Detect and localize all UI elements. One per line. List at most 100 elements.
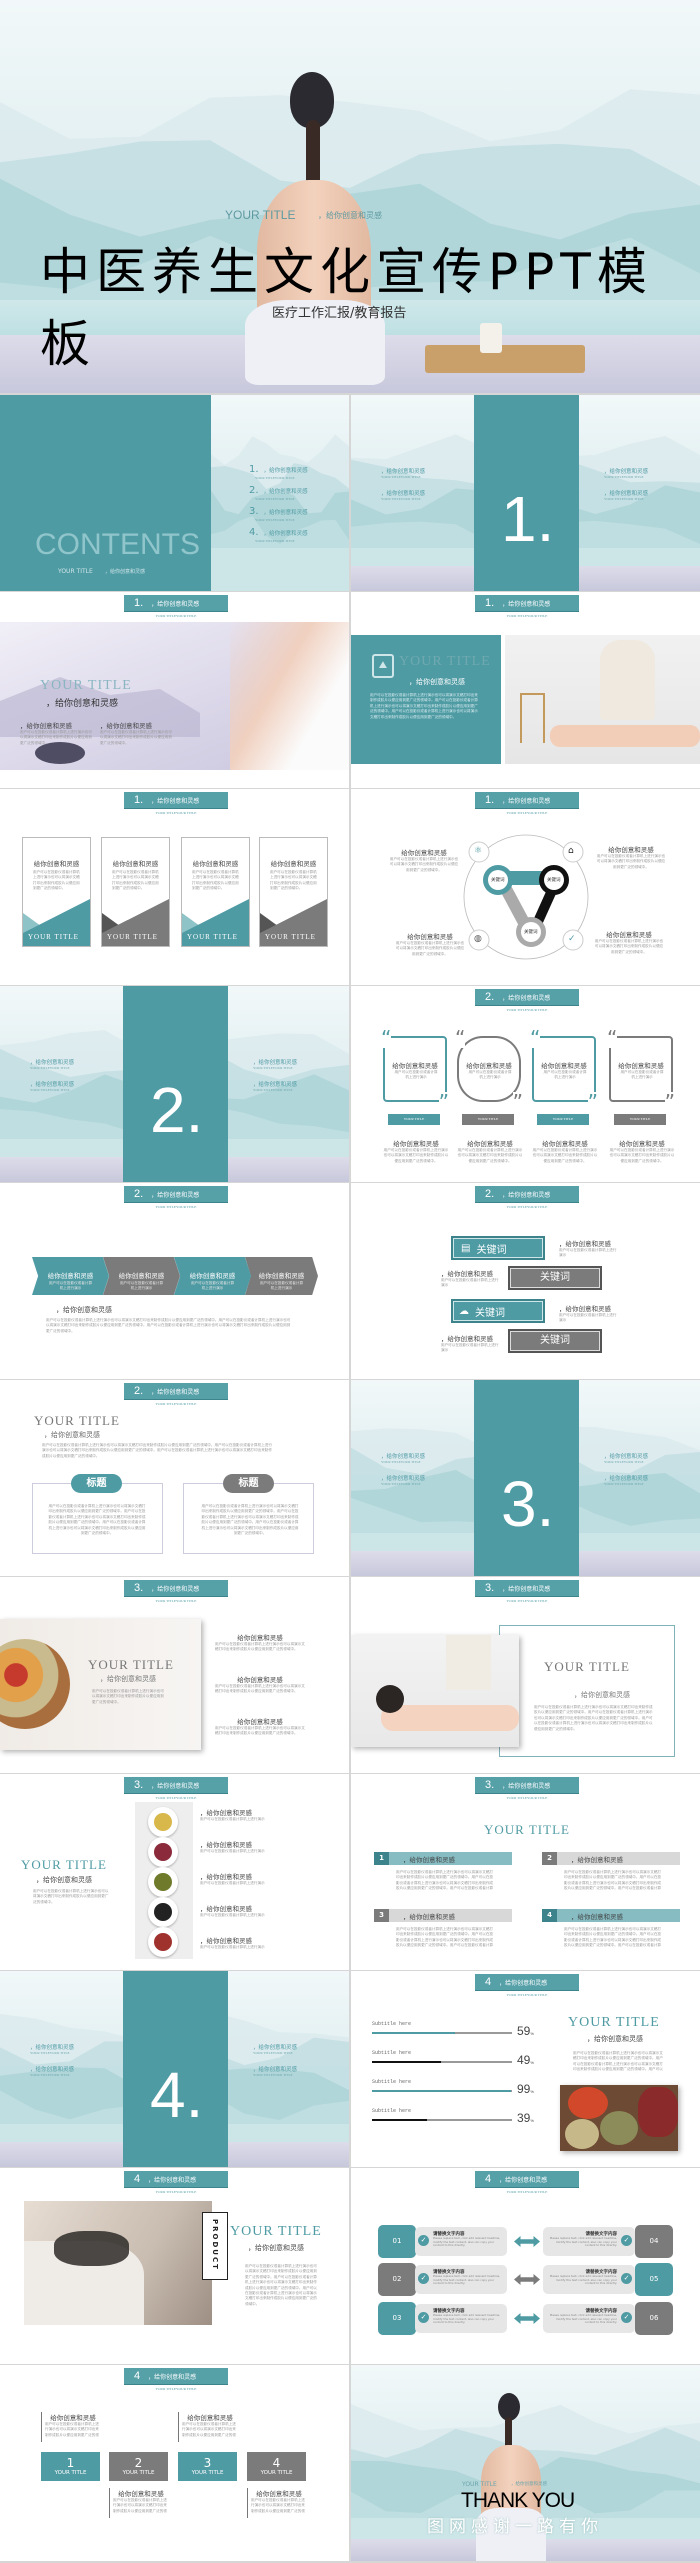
quote-label[interactable]: YOUR TITLE xyxy=(614,1114,666,1125)
bean-text-item: ，给你创意和灵感 用户可以在投影仪或者计算机上进行演示 xyxy=(200,1906,265,1917)
points-your-title: YOUR TITLE xyxy=(484,1822,570,1837)
slide-keyword-cycle[interactable]: 1. ，给你创意和灵感 YOUR TITLEYOUR TITLE ⚛ ⌂ ◍ ✓ … xyxy=(351,789,700,985)
section-number: 4. xyxy=(150,2059,204,2131)
step-number[interactable]: 02 xyxy=(378,2263,416,2296)
card[interactable]: 给你创意和灵感 用户可以在投影仪或者计算机上进行演示也可以将演示文稿打印出来制作… xyxy=(101,837,170,947)
progress-value: 39% xyxy=(517,2111,534,2125)
text-block: ，给你创意和灵感 用户可以在投影仪或者计算机上进行演示也可以将演示文稿打印出来制作… xyxy=(100,723,172,745)
food-your-title: YOUR TITLE xyxy=(88,1657,174,1672)
quote-label[interactable]: YOUR TITLE xyxy=(388,1114,440,1125)
step-number[interactable]: 04 xyxy=(635,2225,673,2258)
point-bar: 3 ，给你创意和灵感 xyxy=(374,1909,512,1922)
food-image xyxy=(0,1619,201,1750)
progress-value: 59% xyxy=(517,2024,534,2038)
slide-beans[interactable]: 3. ，给你创意和灵感 YOUR TITLEYOUR TITLE YOUR TIT… xyxy=(0,1774,349,1970)
section-tab: 1. ，给你创意和灵感 xyxy=(475,595,579,612)
slide-process-band[interactable]: 2. ，给你创意和灵感 YOUR TITLEYOUR TITLE 给你创意和灵感 … xyxy=(0,1183,349,1379)
process-step: 给你创意和灵感 用户可以在投影仪或者计算机上进行演示 xyxy=(174,1257,251,1295)
section-tab: 1. ，给你创意和灵感 xyxy=(124,792,228,809)
card[interactable]: 给你创意和灵感 用户可以在投影仪或者计算机上进行演示也可以将演示文稿打印出来制作… xyxy=(259,837,328,947)
slide-section-3[interactable]: 3. ，给你创意和灵感 YOUR TITLEYOUR TITLE ，给你创意和灵感… xyxy=(351,1380,700,1576)
keyword-button-1[interactable]: ▤ 关键词 xyxy=(451,1236,545,1260)
section-subtitle: YOUR TITLEYOUR TITLE xyxy=(506,2190,548,2194)
contents-item-3[interactable]: 3. ，给你创意和灵感 YOUR TITLEYOUR TITLE xyxy=(249,499,308,522)
slide-section-1[interactable]: 1. ，给你创意和灵感 YOUR TITLEYOUR TITLE ，给你创意和灵感… xyxy=(351,395,700,591)
bean-text-item: ，给你创意和灵感 用户可以在投影仪或者计算机上进行演示 xyxy=(200,1842,265,1853)
slide-four-points[interactable]: 3. ，给你创意和灵感 YOUR TITLEYOUR TITLE YOUR TIT… xyxy=(351,1774,700,1970)
step-number[interactable]: 03 xyxy=(378,2302,416,2335)
house-icon: ⌂ xyxy=(568,846,574,856)
process-step: 给你创意和灵感 用户可以在投影仪或者计算机上进行演示 xyxy=(32,1257,109,1295)
section-subtitle: YOUR TITLEYOUR TITLE xyxy=(506,1205,548,1209)
progress-fill xyxy=(372,2032,455,2034)
slide-section-4[interactable]: 4. ，给你创意和灵感 YOUR TITLEYOUR TITLE ，给你创意和灵感… xyxy=(0,1971,349,2167)
product-tagline: ，给你创意和灵感 xyxy=(248,2244,304,2252)
card[interactable]: 给你创意和灵感 用户可以在投影仪或者计算机上进行演示也可以将演示文稿打印出来制作… xyxy=(22,837,91,947)
text-block: 给你创意和灵感 用户可以在投影仪或者计算机上进行演示也可以将演示文稿打印出来制作成… xyxy=(389,850,459,872)
slide-four-cards[interactable]: 1. ，给你创意和灵感 YOUR TITLEYOUR TITLE 给你创意和灵感 … xyxy=(0,789,349,985)
slide-steps[interactable]: 4 ，给你创意和灵感 YOUR TITLEYOUR TITLE 01 ✓ 请替换文… xyxy=(351,2168,700,2364)
card[interactable]: 给你创意和灵感 用户可以在投影仪或者计算机上进行演示也可以将演示文稿打印出来制作… xyxy=(181,837,250,947)
text-block: ，给你创意和灵感 用户可以在投影仪或者计算机上进行演示 xyxy=(559,1306,617,1323)
slide-quotes[interactable]: 2. ，给你创意和灵感 YOUR TITLEYOUR TITLE “ ” 给你创意… xyxy=(351,986,700,1182)
section-subtitle: YOUR TITLEYOUR TITLE xyxy=(155,1402,197,1406)
keyword-button-3[interactable]: ☁ 关键词 xyxy=(451,1299,545,1323)
section-subtitle: YOUR TITLEYOUR TITLE xyxy=(506,1599,548,1603)
slide-food[interactable]: 3. ，给你创意和灵感 YOUR TITLEYOUR TITLE YOUR TIT… xyxy=(0,1577,349,1773)
slide-keywords[interactable]: 2. ，给你创意和灵感 YOUR TITLEYOUR TITLE ▤ 关键词 关键词… xyxy=(351,1183,700,1379)
section-item: ，给你创意和灵感 YOUR TITLEYOUR TITLE xyxy=(30,2067,75,2077)
keyword-button-2[interactable]: 关键词 xyxy=(508,1266,602,1290)
contents-item-1[interactable]: 1. ，给你创意和灵感 YOUR TITLEYOUR TITLE xyxy=(249,457,308,480)
text-block: 给你创意和灵感 用户可以在投影仪或者计算机上进行演示也可以将演示文稿打印出来制作成… xyxy=(594,932,664,954)
progress-fill xyxy=(372,2119,427,2121)
numbered-block[interactable]: 4 YOUR TITLE xyxy=(247,2452,306,2481)
contents-item-4[interactable]: 4. ，给你创意和灵感 YOUR TITLEYOUR TITLE xyxy=(249,520,308,543)
slide-yoga-banner[interactable]: 1. ，给你创意和灵感 YOUR TITLEYOUR TITLE YOUR TIT… xyxy=(0,592,349,788)
slide-product[interactable]: 4 ，给你创意和灵感 YOUR TITLEYOUR TITLE PRODUCT Y… xyxy=(0,2168,349,2364)
section-tab: 2. ，给你创意和灵感 xyxy=(475,1186,579,1203)
body: 用户可以在投影仪或者计算机上进行演示也可以将演示文稿打印出来制作成胶片以便应用到… xyxy=(42,1443,272,1458)
massage-tagline: ，给你创意和灵感 xyxy=(574,1691,630,1699)
beans-tagline: ，给你创意和灵感 xyxy=(36,1876,92,1884)
quote-label[interactable]: YOUR TITLE xyxy=(462,1114,514,1125)
text-block: 给你创意和灵感 用户可以在投影仪或者计算机上进行演示也可以将演示文稿打印出来制作成… xyxy=(383,1141,449,1163)
text-block: 给你创意和灵感 用户可以在投影仪或者计算机上进行演示也可以将演示文稿打印出来制作成… xyxy=(215,1719,305,1736)
progress-label: Subtitle here xyxy=(372,2050,412,2056)
basketball-icon: ◍ xyxy=(474,934,482,944)
numbered-block[interactable]: 1 YOUR TITLE xyxy=(41,2452,100,2481)
keyword-button-4[interactable]: 关键词 xyxy=(508,1329,602,1353)
quote-label[interactable]: YOUR TITLE xyxy=(537,1114,589,1125)
section-item: ，给你创意和灵感 YOUR TITLEYOUR TITLE xyxy=(381,469,426,479)
section-item: ，给你创意和灵感 YOUR TITLEYOUR TITLE xyxy=(253,2067,298,2077)
slide-two-boxes[interactable]: 2. ，给你创意和灵感 YOUR TITLEYOUR TITLE YOUR TIT… xyxy=(0,1380,349,1576)
point-body: 用户可以在投影仪或者计算机上进行演示也可以将演示文稿打印出来制作成胶片以便应用到… xyxy=(564,1927,662,1949)
bean-bowl xyxy=(148,1867,178,1897)
box-right-body: 用户可以在投影仪或者计算机上进行演示也可以将演示文稿打印出来制作成胶片以便应用到… xyxy=(201,1504,299,1536)
thanks-title: THANK YOU xyxy=(461,2489,575,2512)
point-body: 用户可以在投影仪或者计算机上进行演示也可以将演示文稿打印出来制作成胶片以便应用到… xyxy=(396,1870,494,1892)
slide-massage[interactable]: 3. ，给你创意和灵感 YOUR TITLEYOUR TITLE YOUR TIT… xyxy=(351,1577,700,1773)
progress-tagline: ，给你创意和灵感 xyxy=(587,2035,643,2043)
bean-bowl xyxy=(148,1927,178,1957)
progress-body: 用户可以在投影仪或者计算机上进行演示也可以将演示文稿打印出来制作成胶片以便应用到… xyxy=(573,2051,663,2073)
section-tab: 1. ，给你创意和灵感 xyxy=(124,595,228,612)
slide-numbered[interactable]: 4 ，给你创意和灵感 YOUR TITLEYOUR TITLE 1 YOUR TIT… xyxy=(0,2365,349,2561)
quote-mark-icon: ” xyxy=(438,1090,449,1114)
slide-contents[interactable]: CONTENTS YOUR TITLE ，给你创意和灵感 1. ，给你创意和灵感… xyxy=(0,395,349,591)
double-arrow-icon xyxy=(514,2313,540,2324)
numbered-block[interactable]: 2 YOUR TITLE xyxy=(109,2452,168,2481)
slide-therapy-intro[interactable]: 1. ，给你创意和灵感 YOUR TITLEYOUR TITLE ⛰ YOUR T… xyxy=(351,592,700,788)
numbered-block[interactable]: 3 YOUR TITLE xyxy=(178,2452,237,2481)
step-number[interactable]: 01 xyxy=(378,2225,416,2258)
slide-thank-you[interactable]: YOUR TITLE ，给你创意和灵感 THANK YOU 图网感谢一路有你 xyxy=(351,2365,700,2561)
contents-list: 1. ，给你创意和灵感 YOUR TITLEYOUR TITLE 2. ，给你创意… xyxy=(249,457,308,543)
section-number: 2. xyxy=(150,1074,204,1146)
slide-progress[interactable]: 4 ，给你创意和灵感 YOUR TITLEYOUR TITLE Subtitle … xyxy=(351,1971,700,2167)
massage-body: 用户可以在投影仪或者计算机上进行演示也可以将演示文稿打印出来制作成胶片以便应用到… xyxy=(534,1705,653,1731)
text-block: 给你创意和灵感 用户可以在投影仪或者计算机上进行演示也可以将演示文稿打印出来制作成… xyxy=(457,1141,523,1163)
contents-heading: CONTENTS xyxy=(35,528,200,561)
slide-section-2[interactable]: 2. ，给你创意和灵感 YOUR TITLEYOUR TITLE ，给你创意和灵感… xyxy=(0,986,349,1182)
step-number[interactable]: 05 xyxy=(635,2263,673,2296)
step-number[interactable]: 06 xyxy=(635,2302,673,2335)
contents-item-2[interactable]: 2. ，给你创意和灵感 YOUR TITLEYOUR TITLE xyxy=(249,478,308,501)
